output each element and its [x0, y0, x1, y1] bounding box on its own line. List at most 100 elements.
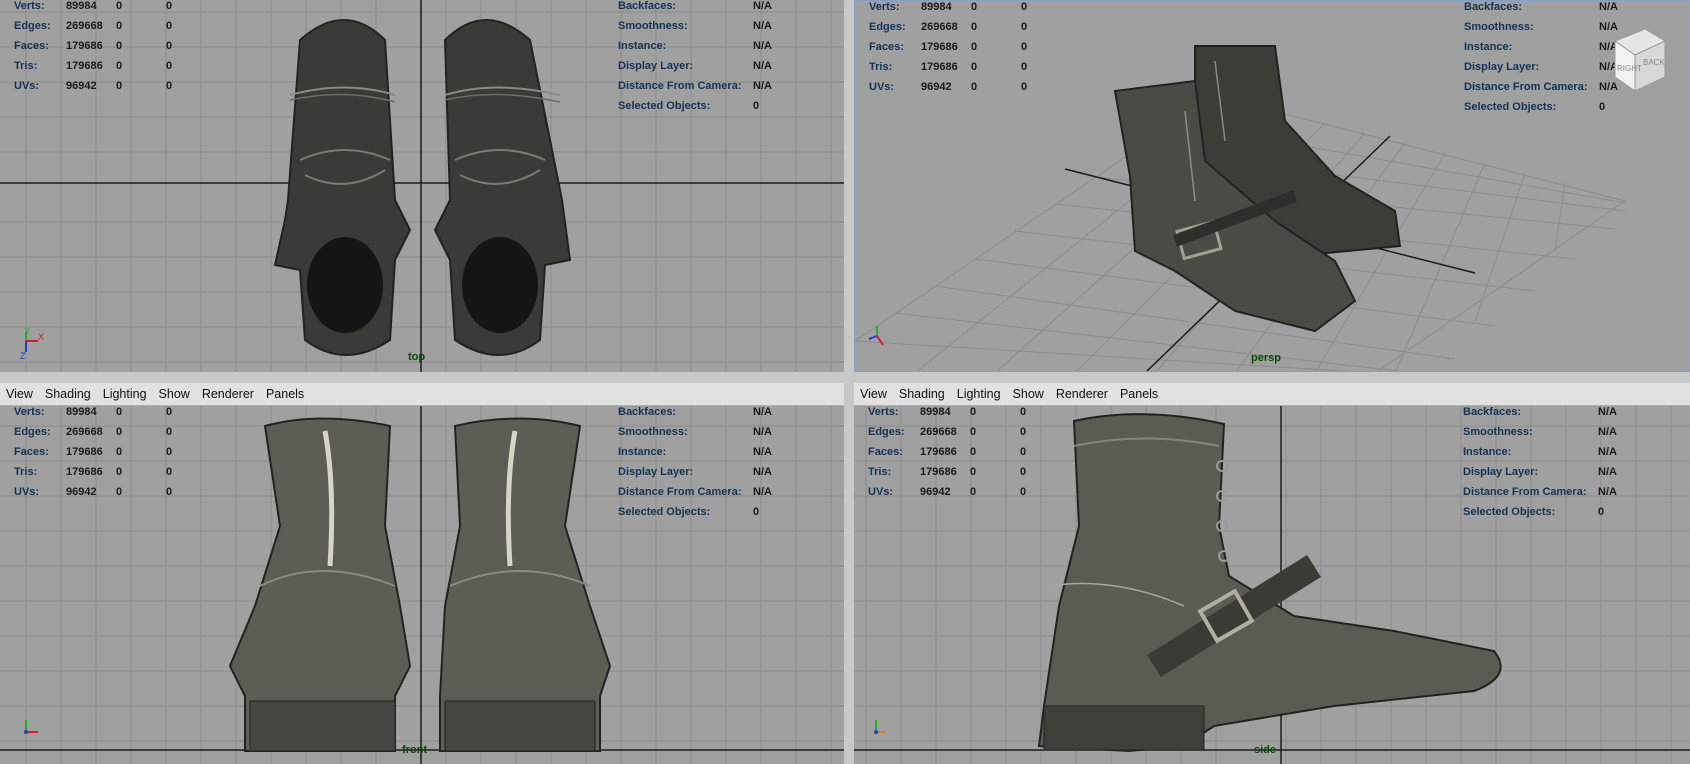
hud-label: UVs:	[14, 486, 40, 498]
hud-label: Smoothness:	[618, 20, 688, 32]
boot-right-front[interactable]	[439, 417, 612, 752]
hud-row: Tris: 179686 0 0	[14, 56, 216, 76]
menu-view[interactable]: View	[0, 387, 39, 401]
hud-row: Selected Objects: 0	[1464, 97, 1639, 117]
boots-perspective[interactable]	[1113, 45, 1402, 333]
hud-label: Display Layer:	[618, 466, 694, 478]
viewport-front[interactable]: Verts: 89984 0 0 Edges: 269668 0 0 Faces: 179686 0…	[0, 406, 844, 764]
hud-value: N/A	[1599, 1, 1618, 13]
hud-value: N/A	[753, 486, 772, 498]
hud-row: UVs: 96942 0 0	[869, 77, 1071, 97]
hud-row: Verts: 89984 0 0	[869, 1, 1071, 17]
poly-count-hud: Verts: 89984 0 0 Edges: 269668 0 0 Faces: 179686 0…	[14, 0, 216, 96]
hud-value: 89984	[920, 406, 951, 418]
hud-a: 0	[970, 406, 977, 418]
hud-label: Instance:	[618, 40, 667, 52]
hud-label: Edges:	[868, 426, 905, 438]
hud-value: N/A	[1598, 426, 1617, 438]
boot-side[interactable]	[1037, 413, 1502, 753]
hud-value: 96942	[66, 486, 97, 498]
hud-label: UVs:	[868, 486, 894, 498]
hud-value: N/A	[753, 406, 772, 418]
menu-lighting[interactable]: Lighting	[97, 387, 153, 401]
hud-a: 0	[970, 466, 977, 478]
boot-right-top[interactable]	[433, 19, 572, 356]
hud-label: Selected Objects:	[618, 100, 711, 112]
hud-a: 0	[971, 61, 978, 73]
hud-value: 179686	[66, 466, 103, 478]
hud-label: Verts:	[14, 0, 45, 12]
poly-count-hud: Verts: 89984 0 0 Edges: 269668 0 0 Faces: 179686 0…	[14, 406, 216, 502]
hud-value: 0	[753, 100, 760, 112]
panel-menu-bar: View Shading Lighting Show Renderer Pane…	[854, 383, 1690, 406]
hud-a: 0	[116, 446, 123, 458]
hud-label: Selected Objects:	[618, 506, 711, 518]
axis-indicator	[874, 720, 886, 734]
hud-a: 0	[970, 426, 977, 438]
hud-row: Faces: 179686 0 0	[14, 36, 216, 56]
hud-b: 0	[166, 60, 173, 72]
viewport-persp[interactable]: Verts: 89984 0 0 Edges: 269668 0 0 Faces: 179686 0…	[854, 0, 1690, 372]
hud-label: Faces:	[14, 40, 49, 52]
hud-value: 179686	[66, 446, 103, 458]
poly-count-hud: Verts: 89984 0 0 Edges: 269668 0 0 Faces: 179686 0…	[868, 406, 1070, 502]
hud-b: 0	[166, 40, 173, 52]
hud-b: 0	[1021, 1, 1028, 13]
hud-value: 96942	[921, 81, 952, 93]
hud-value: 269668	[920, 426, 957, 438]
hud-row: UVs: 96942 0 0	[868, 482, 1070, 502]
menu-renderer[interactable]: Renderer	[1050, 387, 1114, 401]
boot-left-front[interactable]	[228, 417, 412, 752]
hud-value: 179686	[66, 40, 103, 52]
camera-label: persp	[1251, 352, 1281, 364]
hud-row: Display Layer: N/A	[1463, 462, 1638, 482]
hud-value: 0	[1598, 506, 1605, 518]
hud-a: 0	[971, 41, 978, 53]
menu-shading[interactable]: Shading	[893, 387, 951, 401]
hud-row: Tris: 179686 0 0	[868, 462, 1070, 482]
hud-label: Display Layer:	[1464, 61, 1540, 73]
menu-lighting[interactable]: Lighting	[951, 387, 1007, 401]
hud-value: 0	[1599, 101, 1606, 113]
hud-row: Backfaces: N/A	[1464, 1, 1639, 17]
view-cube[interactable]: RIGHT BACK	[1605, 19, 1675, 99]
viewport-top[interactable]: Verts: 89984 0 0 Edges: 269668 0 0 Faces: 179686 0…	[0, 0, 844, 372]
hud-label: Distance From Camera:	[1463, 486, 1587, 498]
hud-row: Distance From Camera: N/A	[1463, 482, 1638, 502]
hud-label: Faces:	[869, 41, 904, 53]
menu-show[interactable]: Show	[153, 387, 196, 401]
hud-label: Verts:	[868, 406, 899, 418]
hud-label: Backfaces:	[618, 406, 677, 418]
camera-label: front	[402, 744, 428, 756]
viewport-side[interactable]: Verts: 89984 0 0 Edges: 269668 0 0 Faces: 179686 0…	[854, 406, 1690, 764]
menu-panels[interactable]: Panels	[260, 387, 310, 401]
hud-b: 0	[166, 20, 173, 32]
hud-b: 0	[166, 426, 173, 438]
menu-panels[interactable]: Panels	[1114, 387, 1164, 401]
hud-b: 0	[166, 446, 173, 458]
hud-label: Verts:	[869, 1, 900, 13]
menu-renderer[interactable]: Renderer	[196, 387, 260, 401]
hud-a: 0	[116, 406, 123, 418]
menu-show[interactable]: Show	[1007, 387, 1050, 401]
hud-label: Edges:	[14, 426, 51, 438]
hud-row: Smoothness: N/A	[618, 16, 793, 36]
hud-value: 179686	[920, 466, 957, 478]
hud-label: Edges:	[14, 20, 51, 32]
object-info-hud: Backfaces: N/A Smoothness: N/A Instance: N/A D…	[1463, 406, 1638, 522]
hud-a: 0	[116, 40, 123, 52]
menu-shading[interactable]: Shading	[39, 387, 97, 401]
hud-value: N/A	[753, 80, 772, 92]
hud-label: Distance From Camera:	[1464, 81, 1588, 93]
boot-left-top[interactable]	[273, 19, 412, 356]
hud-label: Distance From Camera:	[618, 486, 742, 498]
hud-value: N/A	[1598, 406, 1617, 418]
hud-row: Display Layer: N/A	[618, 462, 793, 482]
hud-row: Verts: 89984 0 0	[868, 406, 1070, 422]
hud-label: Smoothness:	[618, 426, 688, 438]
menu-view[interactable]: View	[854, 387, 893, 401]
hud-b: 0	[1020, 446, 1027, 458]
hud-a: 0	[116, 486, 123, 498]
svg-text:Y: Y	[24, 326, 30, 336]
hud-row: Edges: 269668 0 0	[14, 422, 216, 442]
